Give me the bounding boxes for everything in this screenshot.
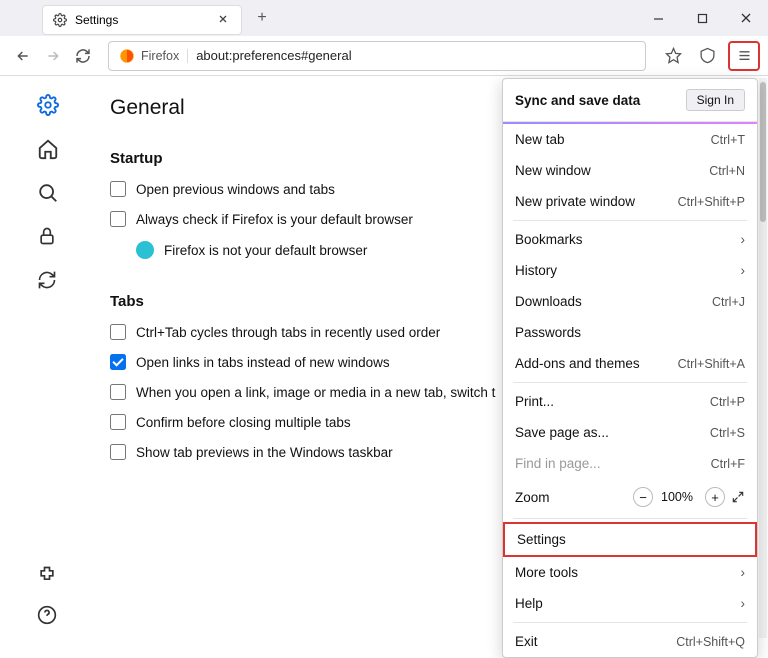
checkbox[interactable] [110, 324, 126, 340]
info-face-icon [136, 241, 154, 259]
menu-sync-header: Sync and save data Sign In [503, 79, 757, 122]
checkbox[interactable] [110, 444, 126, 460]
checkbox[interactable] [110, 211, 126, 227]
sidebar-extensions-icon[interactable] [37, 565, 59, 587]
gear-icon [53, 13, 67, 27]
checkbox-label: Open links in tabs instead of new window… [136, 355, 390, 370]
browser-tab[interactable]: Settings [42, 5, 242, 35]
checkbox-label: Open previous windows and tabs [136, 182, 335, 197]
close-window-button[interactable] [724, 0, 768, 36]
window-controls [636, 0, 768, 36]
checkbox[interactable] [110, 414, 126, 430]
fullscreen-icon[interactable] [731, 490, 745, 504]
checkbox[interactable] [110, 384, 126, 400]
menu-find[interactable]: Find in page...Ctrl+F [503, 448, 757, 479]
menu-divider [513, 220, 747, 221]
menu-print[interactable]: Print...Ctrl+P [503, 386, 757, 417]
window-titlebar: Settings + [0, 0, 768, 36]
menu-zoom: Zoom − 100% + [503, 479, 757, 515]
menu-settings[interactable]: Settings [503, 522, 757, 557]
sign-in-button[interactable]: Sign In [686, 89, 745, 111]
urlbar-identity-label: Firefox [141, 49, 188, 63]
minimize-button[interactable] [636, 0, 680, 36]
sidebar-sync-icon[interactable] [37, 270, 59, 292]
menu-accent-separator [503, 122, 757, 124]
sidebar-search-icon[interactable] [37, 182, 59, 204]
sidebar-general-icon[interactable] [37, 94, 59, 116]
zoom-out-button[interactable]: − [633, 487, 653, 507]
sidebar-privacy-icon[interactable] [37, 226, 59, 248]
menu-addons[interactable]: Add-ons and themesCtrl+Shift+A [503, 348, 757, 379]
checkbox-label: Confirm before closing multiple tabs [136, 415, 351, 430]
checkbox-label: When you open a link, image or media in … [136, 385, 495, 400]
chevron-right-icon: › [741, 263, 746, 278]
checkbox-label: Always check if Firefox is your default … [136, 212, 413, 227]
menu-save-page[interactable]: Save page as...Ctrl+S [503, 417, 757, 448]
chevron-right-icon: › [741, 565, 746, 580]
settings-sidebar [0, 76, 96, 647]
chevron-right-icon: › [741, 596, 746, 611]
status-text: Firefox is not your default browser [164, 243, 367, 258]
menu-new-private-window[interactable]: New private windowCtrl+Shift+P [503, 186, 757, 217]
pocket-button[interactable] [692, 41, 722, 71]
url-text: about:preferences#general [196, 48, 635, 63]
menu-exit[interactable]: ExitCtrl+Shift+Q [503, 626, 757, 657]
checkbox[interactable] [110, 181, 126, 197]
menu-sync-title: Sync and save data [515, 93, 686, 108]
maximize-button[interactable] [680, 0, 724, 36]
menu-history[interactable]: History› [503, 255, 757, 286]
zoom-level: 100% [661, 490, 693, 504]
menu-help[interactable]: Help› [503, 588, 757, 619]
menu-new-tab[interactable]: New tabCtrl+T [503, 124, 757, 155]
menu-more-tools[interactable]: More tools› [503, 557, 757, 588]
menu-divider [513, 622, 747, 623]
checkbox-label: Show tab previews in the Windows taskbar [136, 445, 393, 460]
sidebar-help-icon[interactable] [37, 605, 59, 627]
scrollbar[interactable] [759, 78, 767, 638]
bookmark-star-button[interactable] [658, 41, 688, 71]
app-menu-popup: Sync and save data Sign In New tabCtrl+T… [502, 78, 758, 658]
menu-bookmarks[interactable]: Bookmarks› [503, 224, 757, 255]
tab-title: Settings [75, 13, 217, 27]
app-menu-button[interactable] [728, 41, 760, 71]
chevron-right-icon: › [741, 232, 746, 247]
menu-divider [513, 382, 747, 383]
address-bar[interactable]: Firefox about:preferences#general [108, 41, 646, 71]
menu-downloads[interactable]: DownloadsCtrl+J [503, 286, 757, 317]
menu-new-window[interactable]: New windowCtrl+N [503, 155, 757, 186]
back-button[interactable] [8, 41, 38, 71]
firefox-icon [119, 48, 135, 64]
close-icon[interactable] [217, 13, 231, 27]
reload-button[interactable] [68, 41, 98, 71]
menu-divider [513, 518, 747, 519]
toolbar: Firefox about:preferences#general [0, 36, 768, 76]
forward-button[interactable] [38, 41, 68, 71]
checkbox-checked[interactable] [110, 354, 126, 370]
menu-passwords[interactable]: Passwords [503, 317, 757, 348]
checkbox-label: Ctrl+Tab cycles through tabs in recently… [136, 325, 440, 340]
new-tab-button[interactable]: + [250, 9, 274, 27]
zoom-in-button[interactable]: + [705, 487, 725, 507]
scrollbar-thumb[interactable] [760, 82, 766, 222]
sidebar-home-icon[interactable] [37, 138, 59, 160]
